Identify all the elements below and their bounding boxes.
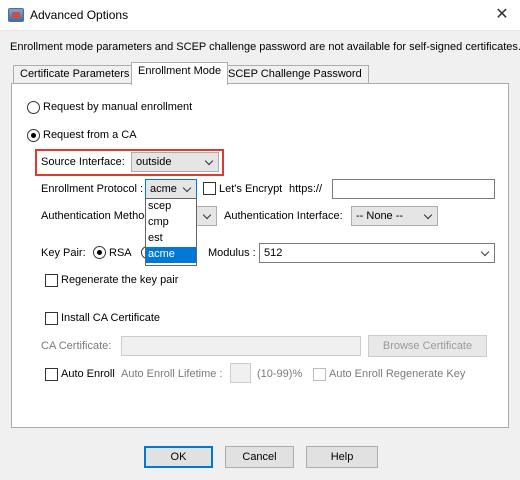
protocol-option-cmp[interactable]: cmp — [146, 215, 196, 231]
manual-enrollment-radio[interactable] — [27, 101, 40, 114]
auto-enroll-lifetime-input[interactable] — [230, 363, 251, 383]
rsa-label: RSA — [109, 247, 132, 259]
enrollment-protocol-label: Enrollment Protocol : — [41, 183, 144, 195]
ca-certificate-label: CA Certificate: — [41, 340, 112, 352]
chevron-down-icon — [423, 210, 433, 220]
regenerate-key-pair-checkbox[interactable] — [45, 274, 58, 287]
url-prefix-label: https:// — [289, 183, 323, 195]
modulus-label: Modulus : — [208, 247, 256, 259]
browse-certificate-button[interactable]: Browse Certificate — [368, 335, 487, 357]
enrollment-protocol-dropdown-list: scep cmp est acme — [145, 198, 197, 266]
rsa-radio[interactable] — [93, 246, 106, 259]
chevron-down-icon — [182, 183, 192, 193]
enrollment-protocol-select[interactable]: acme — [145, 179, 197, 199]
install-ca-certificate-checkbox[interactable] — [45, 312, 58, 325]
manual-enrollment-label: Request by manual enrollment — [43, 101, 193, 113]
enrollment-protocol-value: acme — [150, 183, 177, 195]
auto-enroll-range-label: (10-99)% — [257, 368, 303, 380]
request-from-ca-radio[interactable] — [27, 129, 40, 142]
auto-enroll-checkbox[interactable] — [45, 368, 58, 381]
auto-enroll-regenerate-label: Auto Enroll Regenerate Key — [329, 368, 466, 380]
authentication-method-label: Authentication Method — [41, 210, 151, 222]
chevron-down-icon — [202, 210, 212, 220]
regenerate-key-pair-label: Regenerate the key pair — [61, 274, 179, 286]
chevron-down-icon — [480, 247, 490, 257]
url-input[interactable] — [332, 179, 495, 199]
source-interface-select[interactable]: outside — [131, 152, 219, 172]
install-ca-certificate-label: Install CA Certificate — [61, 312, 161, 324]
protocol-option-scep[interactable]: scep — [146, 199, 196, 215]
key-pair-label: Key Pair: — [41, 247, 86, 259]
auto-enroll-lifetime-label: Auto Enroll Lifetime : — [121, 368, 223, 380]
chevron-down-icon — [204, 156, 214, 166]
lets-encrypt-checkbox[interactable] — [203, 182, 216, 195]
lets-encrypt-label: Let's Encrypt — [219, 183, 283, 195]
protocol-option-est[interactable]: est — [146, 231, 196, 247]
protocol-option-acme[interactable]: acme — [146, 247, 196, 263]
modulus-value: 512 — [264, 247, 283, 259]
authentication-interface-select[interactable]: -- None -- — [351, 206, 438, 226]
source-interface-value: outside — [136, 156, 172, 168]
modulus-select[interactable]: 512 — [259, 243, 495, 263]
source-interface-label: Source Interface: — [41, 156, 125, 168]
auto-enroll-regenerate-checkbox[interactable] — [313, 368, 326, 381]
auto-enroll-label: Auto Enroll — [61, 368, 115, 380]
request-from-ca-label: Request from a CA — [43, 129, 137, 141]
authentication-interface-value: -- None -- — [356, 210, 404, 222]
ca-certificate-input[interactable] — [121, 336, 361, 356]
authentication-interface-label: Authentication Interface: — [224, 210, 343, 222]
